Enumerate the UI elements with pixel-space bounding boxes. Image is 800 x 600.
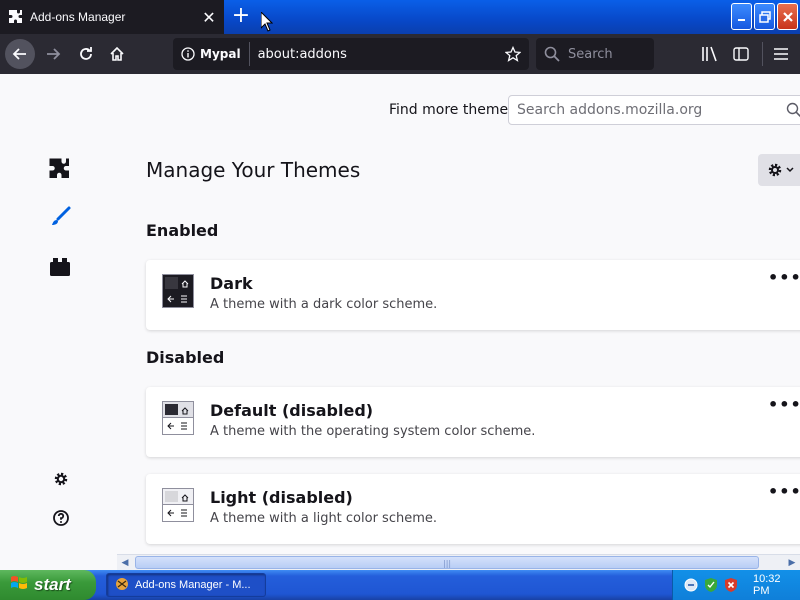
theme-description: A theme with the operating system color … <box>210 424 536 439</box>
category-plugins[interactable] <box>47 254 73 280</box>
identity-label: Mypal <box>200 47 241 61</box>
url-text[interactable]: about:addons <box>258 47 501 62</box>
horizontal-scrollbar[interactable]: ◀ ||| ▶ <box>117 554 800 570</box>
scrollbar-thumb[interactable]: ||| <box>135 556 759 569</box>
search-placeholder: Search <box>568 46 613 62</box>
security-center-icon[interactable] <box>703 577 719 593</box>
new-tab-button[interactable]: + <box>228 4 254 30</box>
minimize-button[interactable] <box>731 3 752 30</box>
home-button[interactable] <box>102 39 132 69</box>
tab-close-icon[interactable]: ✕ <box>198 8 220 27</box>
scroll-left-arrow-icon[interactable]: ◀ <box>117 556 133 570</box>
more-options-button[interactable]: ••• <box>768 395 800 414</box>
site-identity[interactable]: Mypal <box>173 42 250 66</box>
tab-title: Add-ons Manager <box>30 10 126 24</box>
theme-description: A theme with a light color scheme. <box>210 511 438 526</box>
taskbar: start Add-ons Manager - M... 10:32 PM <box>0 570 800 600</box>
scrollbar-grip-icon: ||| <box>443 559 452 568</box>
arrow-right-icon <box>47 48 61 60</box>
search-icon <box>786 102 800 122</box>
bookmark-star-icon[interactable] <box>501 46 525 62</box>
find-more-themes-label: Find more themes <box>389 102 516 118</box>
help-icon[interactable] <box>48 505 74 531</box>
category-extensions[interactable] <box>47 156 73 182</box>
scroll-right-arrow-icon[interactable]: ▶ <box>784 556 800 570</box>
tools-menu-button[interactable] <box>758 154 800 186</box>
theme-card-dark[interactable]: Dark A theme with a dark color scheme. •… <box>146 260 800 330</box>
page-title: Manage Your Themes <box>146 158 361 182</box>
gear-icon <box>768 163 794 177</box>
windows-flag-icon <box>10 574 28 597</box>
puzzle-icon <box>8 9 24 25</box>
theme-card-light[interactable]: Light (disabled) A theme with a light co… <box>146 474 800 544</box>
reload-icon <box>80 47 92 60</box>
sidebar-icon[interactable] <box>731 44 751 64</box>
section-heading-enabled: Enabled <box>146 221 219 240</box>
mouse-cursor-icon <box>260 10 274 36</box>
more-options-button[interactable]: ••• <box>768 268 800 287</box>
taskbar-item-addons-manager[interactable]: Add-ons Manager - M... <box>106 573 266 597</box>
section-heading-disabled: Disabled <box>146 348 225 367</box>
shield-alert-icon[interactable] <box>723 577 739 593</box>
theme-description: A theme with a dark color scheme. <box>210 297 438 312</box>
toolbar-divider <box>762 42 763 66</box>
close-window-button[interactable] <box>777 3 798 30</box>
theme-name: Dark <box>210 274 253 293</box>
tab-addons-manager[interactable]: Add-ons Manager ✕ <box>0 0 224 34</box>
addons-settings-gear-icon[interactable] <box>48 466 74 492</box>
amo-search-input[interactable]: Search addons.mozilla.org <box>508 95 800 125</box>
arrow-left-icon <box>12 48 26 60</box>
network-icon[interactable] <box>683 577 699 593</box>
home-icon <box>110 46 124 61</box>
paintbrush-icon <box>52 206 71 225</box>
taskbar-item-label: Add-ons Manager - M... <box>135 579 251 591</box>
reload-button[interactable] <box>71 39 101 69</box>
addons-content: Find more themes Search addons.mozilla.o… <box>0 74 800 554</box>
info-icon <box>181 47 195 61</box>
title-bar: Add-ons Manager ✕ + <box>0 0 800 34</box>
amo-search-placeholder: Search addons.mozilla.org <box>517 102 703 118</box>
search-bar[interactable]: Search <box>536 38 654 70</box>
theme-name: Default (disabled) <box>210 401 374 420</box>
hamburger-menu-icon[interactable] <box>771 44 791 64</box>
forward-button[interactable] <box>38 39 68 69</box>
puzzle-icon <box>49 158 69 178</box>
category-themes[interactable] <box>47 204 73 230</box>
light-theme-preview-icon <box>162 488 194 522</box>
start-label: start <box>34 575 71 594</box>
theme-card-default[interactable]: Default (disabled) A theme with the oper… <box>146 387 800 457</box>
url-bar[interactable]: Mypal about:addons <box>173 38 529 70</box>
search-icon <box>544 46 560 62</box>
start-button[interactable]: start <box>0 570 96 600</box>
default-theme-preview-icon <box>162 401 194 435</box>
dark-theme-preview-icon <box>162 274 194 308</box>
plugin-block-icon <box>50 258 70 276</box>
navigation-toolbar: Mypal about:addons Search <box>0 34 800 74</box>
browser-icon <box>115 577 129 594</box>
system-tray: 10:32 PM <box>672 570 800 600</box>
back-button[interactable] <box>5 39 35 69</box>
clock[interactable]: 10:32 PM <box>753 573 800 597</box>
more-options-button[interactable]: ••• <box>768 482 800 501</box>
theme-name: Light (disabled) <box>210 488 353 507</box>
scroll-corner <box>0 554 117 570</box>
library-icon[interactable] <box>700 44 720 64</box>
restore-button[interactable] <box>754 3 775 30</box>
